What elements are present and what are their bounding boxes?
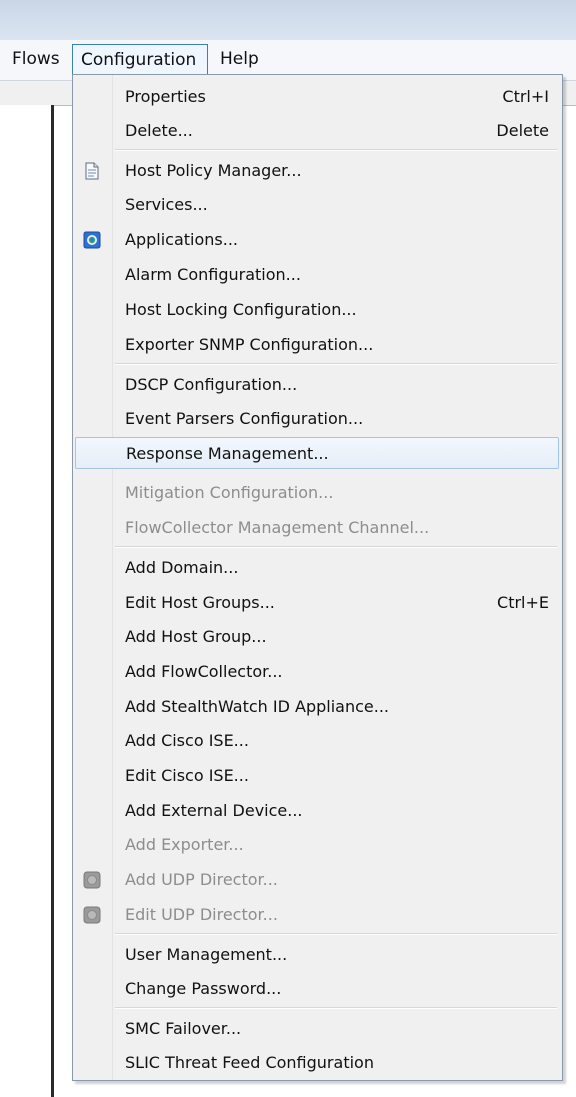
menu-item-label: SLIC Threat Feed Configuration: [125, 1053, 374, 1072]
menu-item-label: Mitigation Configuration...: [125, 483, 334, 502]
window-title-bar: [0, 0, 576, 40]
menu-item-add-external-device[interactable]: Add External Device...: [75, 795, 559, 827]
menu-item-shortcut: Ctrl+I: [502, 87, 549, 106]
menu-item-label: Edit Cisco ISE...: [125, 766, 249, 785]
menu-item-label: Edit Host Groups...: [125, 593, 275, 612]
menu-item-edit-udp-director: Edit UDP Director...: [75, 899, 559, 931]
menu-item-label: Services...: [125, 195, 208, 214]
device-icon: [83, 906, 101, 924]
menu-item-applications[interactable]: Applications...: [75, 224, 559, 256]
menu-separator: [115, 933, 557, 935]
menu-item-alarm-configuration[interactable]: Alarm Configuration...: [75, 259, 559, 291]
menu-item-edit-cisco-ise[interactable]: Edit Cisco ISE...: [75, 760, 559, 792]
menu-item-label: Host Policy Manager...: [125, 161, 302, 180]
menu-configuration[interactable]: Configuration: [72, 44, 208, 74]
menu-separator: [115, 149, 557, 151]
menu-item-add-domain[interactable]: Add Domain...: [75, 552, 559, 584]
menu-item-add-cisco-ise[interactable]: Add Cisco ISE...: [75, 725, 559, 757]
menu-item-add-host-group[interactable]: Add Host Group...: [75, 621, 559, 653]
menu-item-label: Host Locking Configuration...: [125, 300, 357, 319]
menu-item-user-management[interactable]: User Management...: [75, 939, 559, 971]
menu-item-shortcut: Delete: [496, 121, 549, 140]
device-icon: [83, 871, 101, 889]
menu-item-add-flowcollector[interactable]: Add FlowCollector...: [75, 656, 559, 688]
left-pane: [0, 105, 54, 1097]
menu-item-label: User Management...: [125, 945, 288, 964]
menu-item-label: Exporter SNMP Configuration...: [125, 335, 374, 354]
menu-item-label: Add UDP Director...: [125, 870, 278, 889]
menu-item-add-udp-director: Add UDP Director...: [75, 864, 559, 896]
menu-item-label: Response Management...: [126, 444, 329, 463]
menu-item-host-policy-manager[interactable]: Host Policy Manager...: [75, 155, 559, 187]
configuration-dropdown-menu: Properties Ctrl+I Delete... Delete Host …: [72, 74, 563, 1081]
menu-item-label: Add Cisco ISE...: [125, 731, 249, 750]
menu-item-add-stealthwatch-id-appliance[interactable]: Add StealthWatch ID Appliance...: [75, 691, 559, 723]
menu-item-smc-failover[interactable]: SMC Failover...: [75, 1013, 559, 1045]
menu-item-label: Add Host Group...: [125, 627, 267, 646]
menu-item-edit-host-groups[interactable]: Edit Host Groups... Ctrl+E: [75, 587, 559, 619]
menu-item-host-locking-configuration[interactable]: Host Locking Configuration...: [75, 294, 559, 326]
globe-icon: [83, 231, 101, 249]
menu-item-properties[interactable]: Properties Ctrl+I: [75, 81, 559, 113]
menu-item-label: Change Password...: [125, 979, 282, 998]
menu-separator: [115, 546, 557, 548]
menu-item-mitigation-configuration: Mitigation Configuration...: [75, 477, 559, 509]
menu-item-response-management[interactable]: Response Management...: [75, 437, 559, 469]
menu-help[interactable]: Help: [212, 44, 267, 74]
menu-item-dscp-configuration[interactable]: DSCP Configuration...: [75, 369, 559, 401]
menu-item-change-password[interactable]: Change Password...: [75, 973, 559, 1005]
menu-item-shortcut: Ctrl+E: [497, 593, 549, 612]
menu-item-label: Add FlowCollector...: [125, 662, 283, 681]
menu-item-label: Add Domain...: [125, 558, 239, 577]
menu-item-label: Add StealthWatch ID Appliance...: [125, 697, 390, 716]
menu-item-slic-threat-feed-configuration[interactable]: SLIC Threat Feed Configuration: [75, 1047, 559, 1079]
menu-separator: [115, 1007, 557, 1009]
menu-item-label: Add Exporter...: [125, 835, 244, 854]
menu-item-label: Applications...: [125, 230, 238, 249]
menu-flows[interactable]: Flows: [4, 44, 68, 74]
menu-item-label: DSCP Configuration...: [125, 375, 298, 394]
menu-separator: [115, 363, 557, 365]
document-icon: [83, 162, 101, 180]
menu-item-event-parsers-configuration[interactable]: Event Parsers Configuration...: [75, 403, 559, 435]
menu-item-label: Delete...: [125, 121, 193, 140]
menu-item-label: Edit UDP Director...: [125, 905, 278, 924]
menu-item-label: Properties: [125, 87, 206, 106]
menu-item-add-exporter: Add Exporter...: [75, 829, 559, 861]
menu-item-label: Add External Device...: [125, 801, 303, 820]
menu-item-flowcollector-management-channel: FlowCollector Management Channel...: [75, 512, 559, 544]
menu-item-label: FlowCollector Management Channel...: [125, 518, 430, 537]
menu-item-exporter-snmp-configuration[interactable]: Exporter SNMP Configuration...: [75, 329, 559, 361]
menu-item-delete[interactable]: Delete... Delete: [75, 115, 559, 147]
menu-item-services[interactable]: Services...: [75, 189, 559, 221]
menu-item-label: Event Parsers Configuration...: [125, 409, 364, 428]
menu-item-label: Alarm Configuration...: [125, 265, 301, 284]
menu-item-label: SMC Failover...: [125, 1019, 242, 1038]
